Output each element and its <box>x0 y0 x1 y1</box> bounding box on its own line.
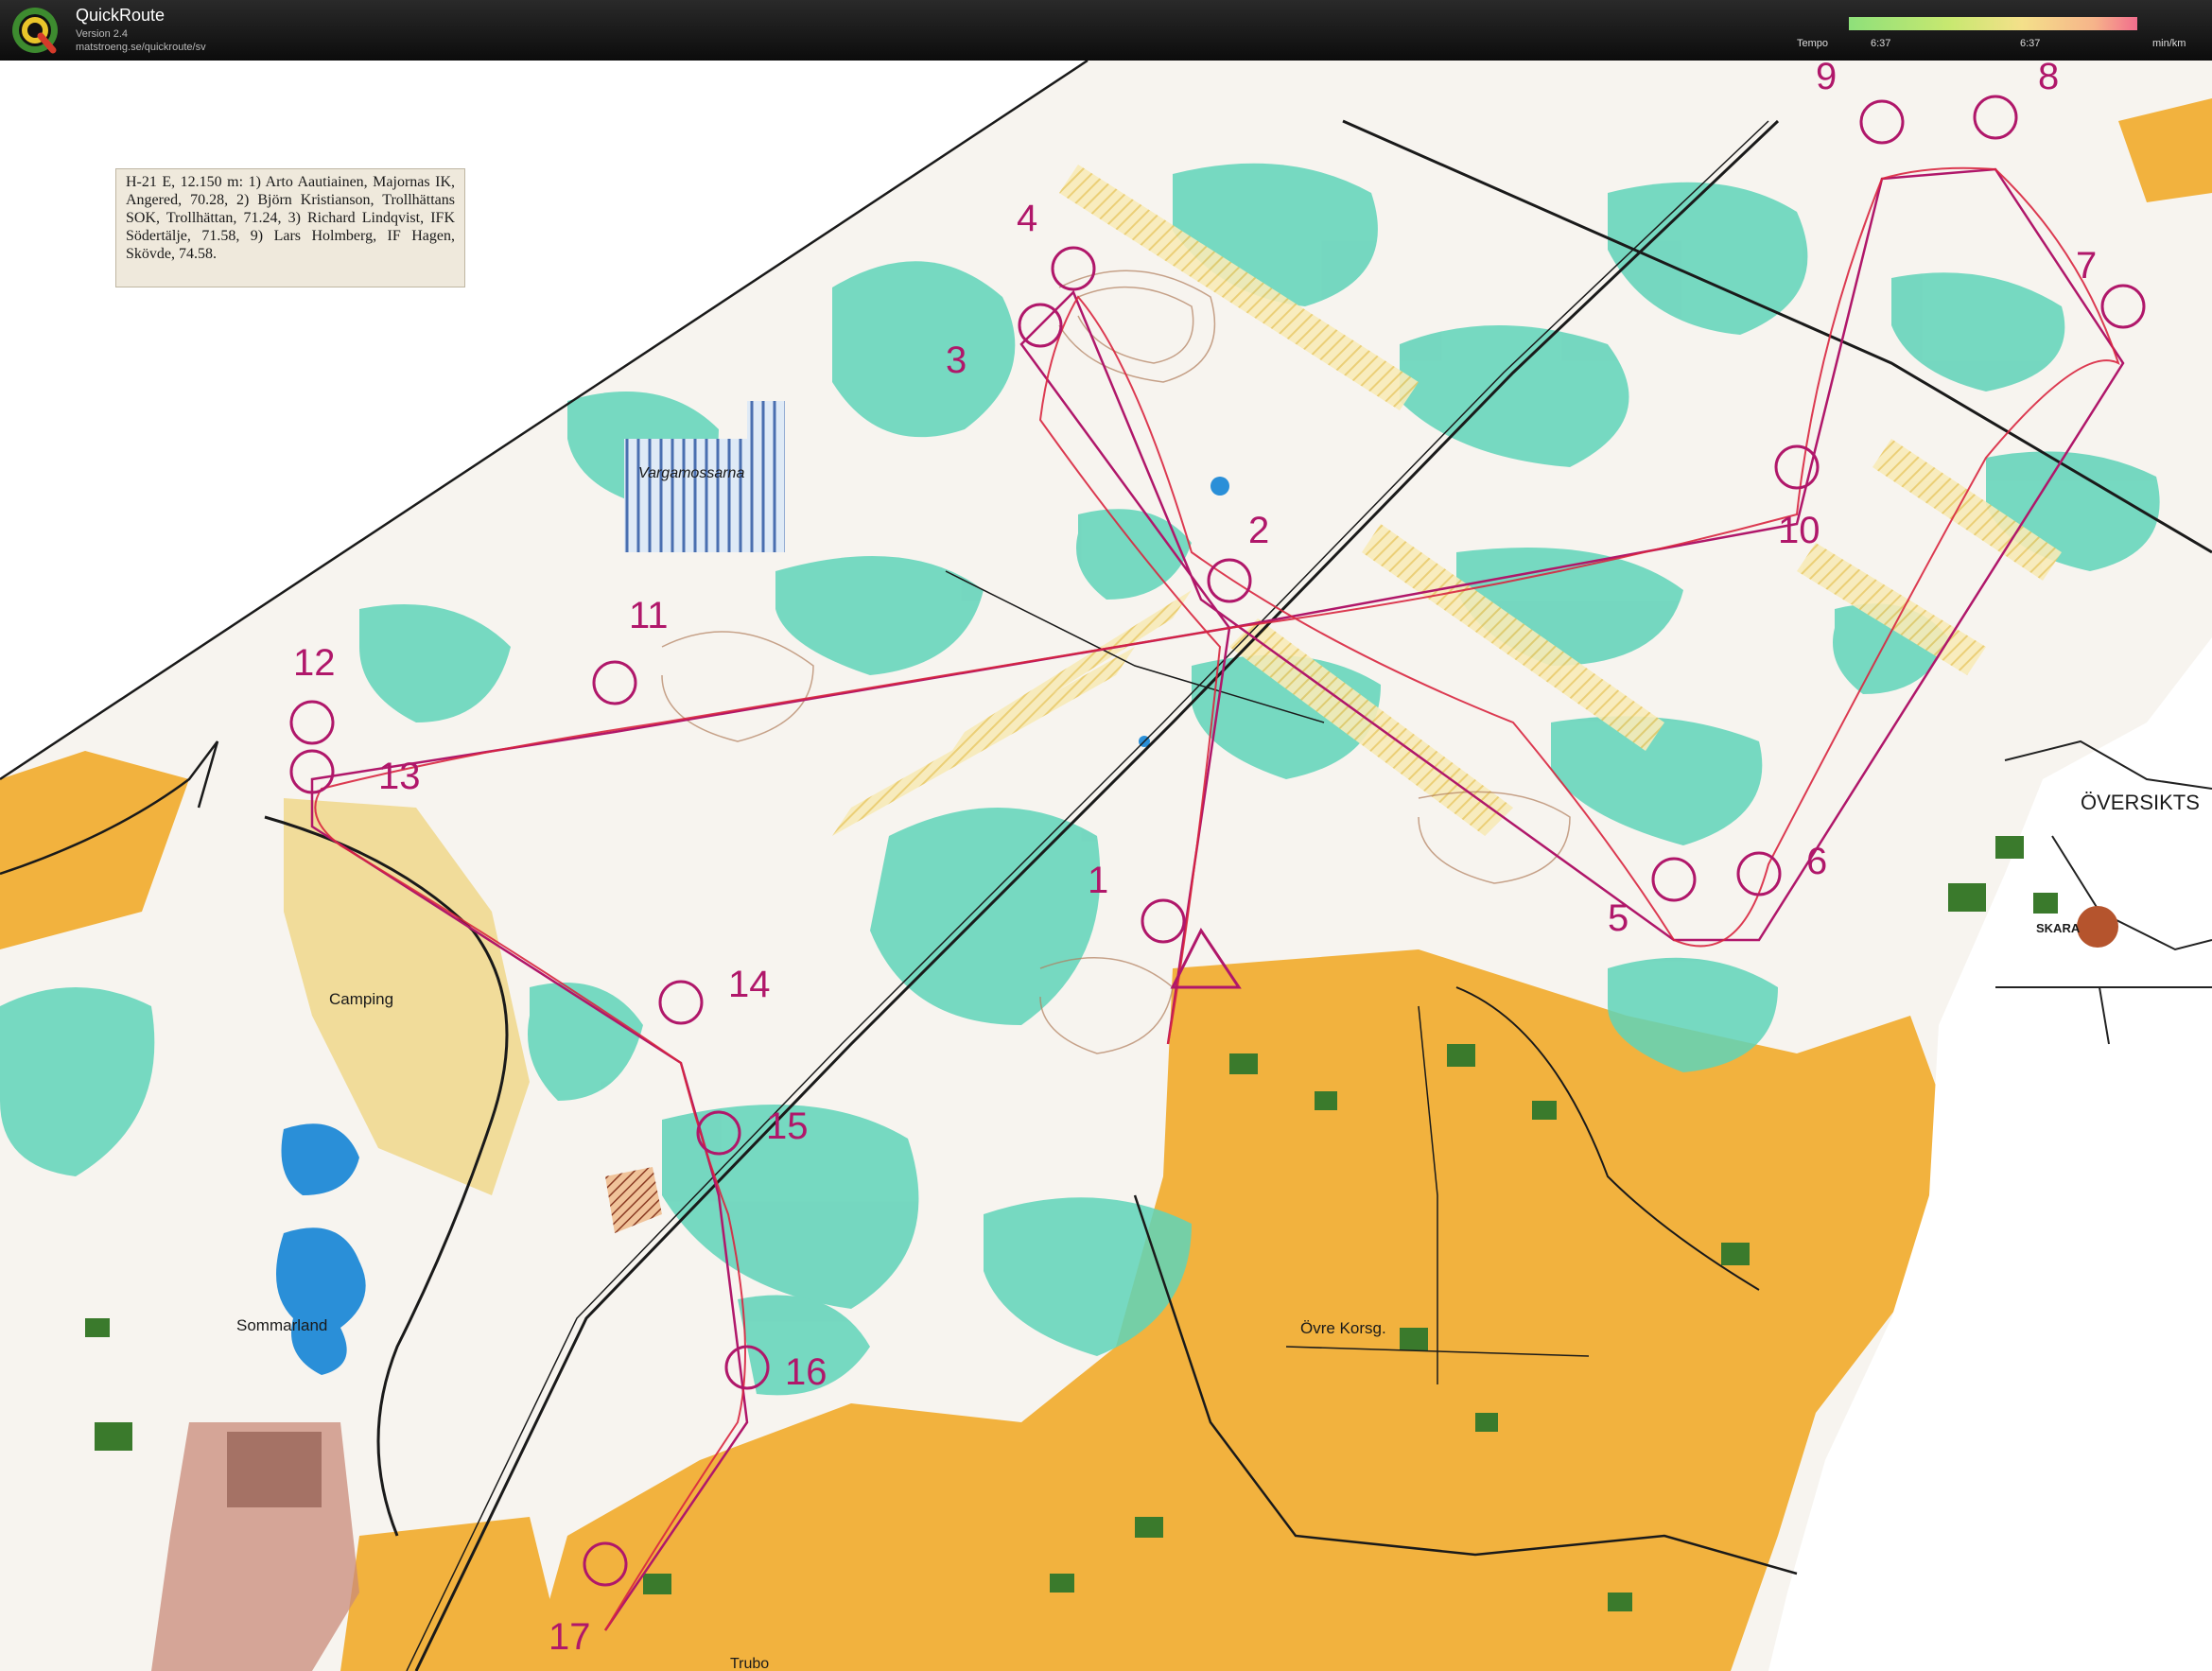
skara-town-marker <box>2077 906 2118 948</box>
control-9-label: 9 <box>1816 61 1837 97</box>
place-skara: SKARA <box>2036 921 2081 935</box>
orienteering-map[interactable]: 1 2 3 4 5 6 7 8 9 10 11 12 13 14 15 16 1… <box>0 61 2212 1671</box>
pace-scale-right-value: 6:37 <box>2020 38 2041 49</box>
control-1-label: 1 <box>1088 860 1108 901</box>
control-6-label: 6 <box>1806 841 1827 882</box>
control-13-label: 13 <box>378 756 421 797</box>
control-12-label: 12 <box>293 642 336 684</box>
app-version: Version 2.4 <box>76 28 129 40</box>
pace-scale-left-value: 6:37 <box>1871 38 1891 49</box>
control-16-label: 16 <box>785 1351 827 1393</box>
place-ovre-korsg: Övre Korsg. <box>1300 1319 1386 1337</box>
control-8-label: 8 <box>2038 61 2059 97</box>
pace-scale-unit: min/km <box>2152 38 2186 49</box>
app-header: QuickRoute Version 2.4 matstroeng.se/qui… <box>0 0 2212 61</box>
control-5-label: 5 <box>1608 897 1629 939</box>
control-7-label: 7 <box>2076 245 2097 287</box>
place-oversikts: ÖVERSIKTS <box>2081 791 2200 814</box>
place-vargamossarna: Vargamossarna <box>638 465 744 481</box>
results-info-box: H-21 E, 12.150 m: 1) Arto Aautiainen, Ma… <box>115 168 465 287</box>
place-camping: Camping <box>329 990 393 1008</box>
pace-color-scale <box>1849 17 2137 30</box>
control-2-label: 2 <box>1248 510 1269 551</box>
quickroute-logo-icon <box>12 8 58 54</box>
control-11-label: 11 <box>629 595 669 636</box>
pace-scale-label: Tempo <box>1797 38 1829 49</box>
small-pond <box>1211 477 1229 496</box>
marsh-patch <box>747 401 785 552</box>
control-10-label: 10 <box>1778 510 1820 551</box>
app-url[interactable]: matstroeng.se/quickroute/sv <box>76 42 206 53</box>
place-sommarland: Sommarland <box>236 1316 327 1334</box>
control-4-label: 4 <box>1017 198 1037 239</box>
place-trubo: Trubo <box>730 1656 769 1671</box>
app-title: QuickRoute <box>76 6 165 25</box>
control-14-label: 14 <box>728 964 771 1005</box>
control-15-label: 15 <box>766 1105 809 1147</box>
control-3-label: 3 <box>946 339 967 381</box>
control-17-label: 17 <box>549 1616 591 1658</box>
vargamossarna-marsh <box>624 439 766 552</box>
